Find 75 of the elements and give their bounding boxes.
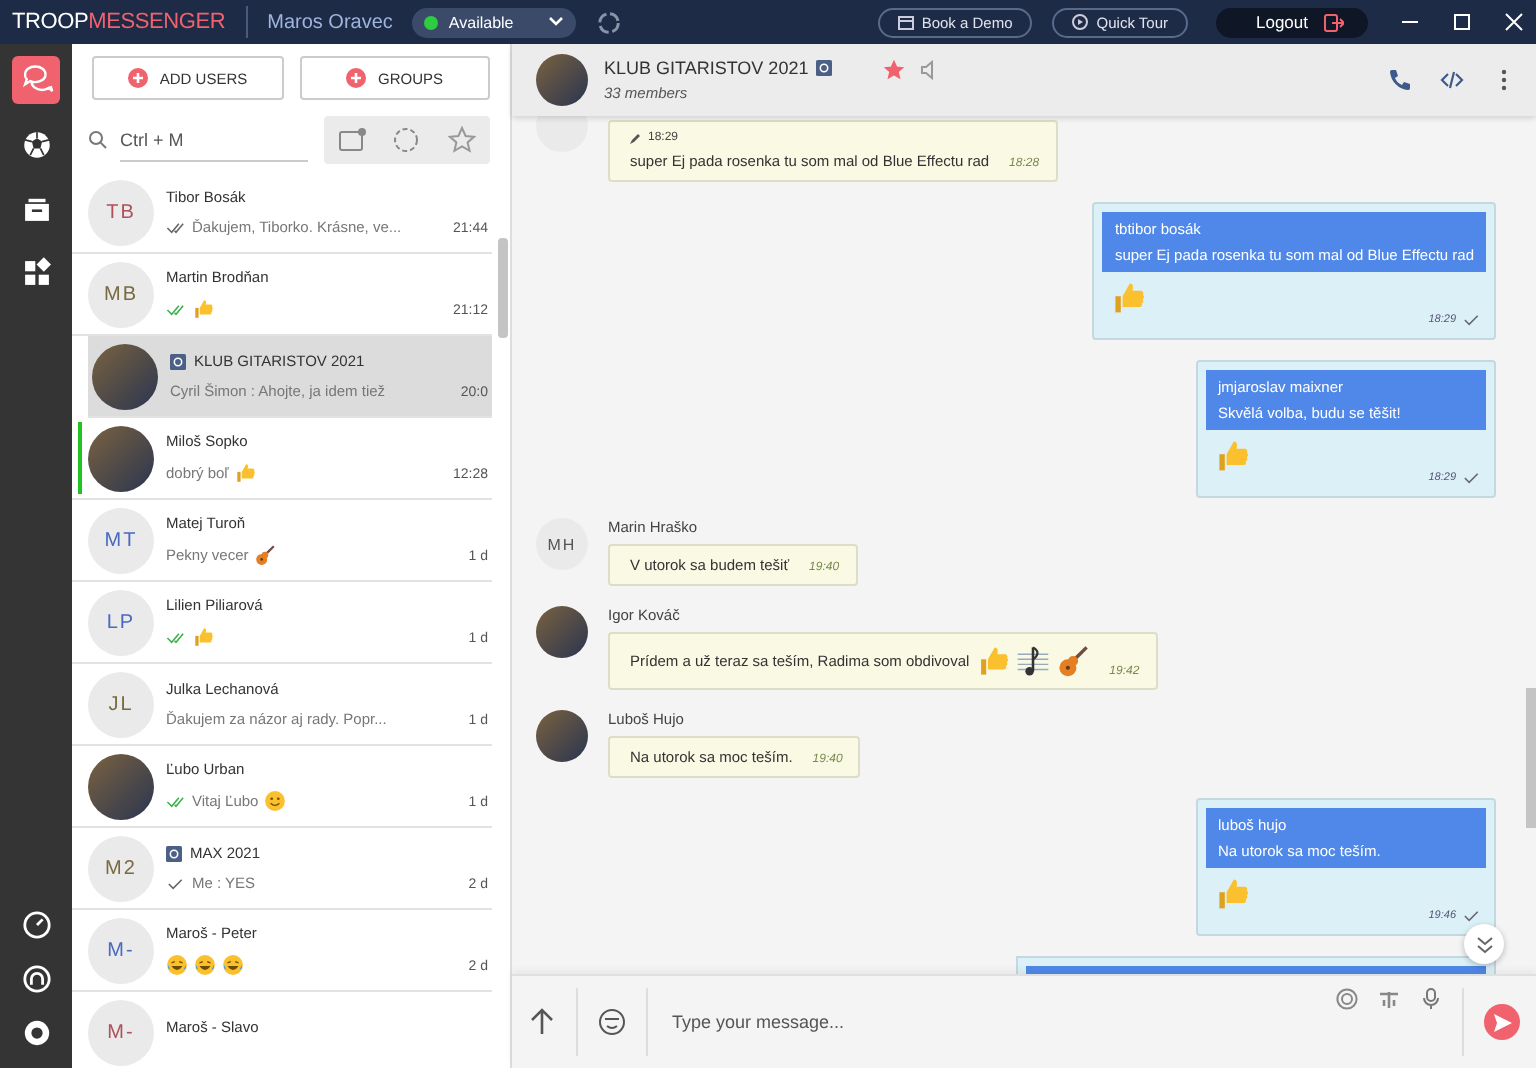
chat-bubbles-tab[interactable] xyxy=(12,56,60,104)
scroll-down-button[interactable] xyxy=(1464,924,1504,964)
send-icon xyxy=(1493,1013,1511,1031)
sync-icon[interactable] xyxy=(596,9,623,35)
status-dropdown[interactable]: Available xyxy=(412,7,577,37)
star-icon[interactable] xyxy=(884,60,905,80)
avatar-photo xyxy=(88,753,154,819)
smiley-icon xyxy=(264,790,287,812)
play-icon xyxy=(1072,14,1089,30)
logout-button[interactable]: Logout xyxy=(1216,7,1368,37)
guitar-icon xyxy=(254,544,277,566)
soccer-ball-icon xyxy=(19,127,53,161)
headset-icon[interactable] xyxy=(21,964,51,994)
thumbs-up-icon xyxy=(234,462,257,484)
apps-grid-icon xyxy=(19,255,53,289)
close-icon[interactable] xyxy=(1504,12,1524,32)
logo-text: TROOP xyxy=(12,10,89,34)
star-icon[interactable] xyxy=(448,126,477,154)
laughing-face-icon xyxy=(166,954,188,976)
avatar-photo xyxy=(92,343,158,409)
scrollbar[interactable] xyxy=(1526,688,1536,828)
avatar: M- xyxy=(88,999,154,1065)
thumbs-up-icon xyxy=(1110,280,1147,316)
chat-bubbles-icon xyxy=(19,63,53,97)
user-name: Maros Oravec xyxy=(267,11,393,33)
message-input[interactable]: Type your message... xyxy=(668,1010,1316,1034)
scrollbar[interactable] xyxy=(498,238,508,338)
avatar-photo xyxy=(536,710,588,762)
avatar: MH xyxy=(536,518,588,570)
calendar-icon xyxy=(897,14,914,30)
avatar: JL xyxy=(88,671,154,737)
thumbs-up-icon xyxy=(1214,876,1250,912)
emoji-icon[interactable] xyxy=(598,1008,626,1036)
plus-icon xyxy=(345,68,366,88)
caret-icon xyxy=(548,16,565,28)
thumbs-up-icon xyxy=(1214,438,1250,474)
music-note-icon xyxy=(1015,644,1050,678)
plus-icon xyxy=(127,68,148,88)
avatar: MT xyxy=(88,507,154,573)
settings-icon[interactable] xyxy=(21,1018,51,1048)
check-icon xyxy=(1462,314,1482,326)
avatar-photo xyxy=(536,606,588,658)
avatar-photo xyxy=(88,425,154,491)
chevron-down-icon xyxy=(1475,935,1493,953)
avatar: M- xyxy=(88,917,154,983)
search-icon xyxy=(88,130,108,150)
unread-filter-icon[interactable] xyxy=(337,126,366,154)
target-icon[interactable] xyxy=(1336,988,1358,1010)
thumbs-up-icon xyxy=(192,626,214,648)
code-icon[interactable] xyxy=(1440,68,1464,92)
avatar: TB xyxy=(88,179,154,245)
check-icon xyxy=(1462,472,1482,484)
check-icon xyxy=(1462,910,1482,922)
avatar: MB xyxy=(88,261,154,327)
send-button[interactable] xyxy=(1484,1004,1520,1040)
dashed-circle-icon[interactable] xyxy=(392,126,421,154)
pencil-icon xyxy=(630,132,642,144)
maximize-icon[interactable] xyxy=(1452,12,1472,32)
avatar: LP xyxy=(88,589,154,655)
group-photo xyxy=(536,54,588,106)
phone-icon[interactable] xyxy=(1388,68,1412,92)
chat-title: KLUB GITARISTOV 2021 xyxy=(604,58,809,78)
thumbs-up-icon xyxy=(192,298,214,320)
search-field[interactable]: Ctrl + M xyxy=(120,118,308,162)
thumbs-up-icon xyxy=(975,644,1010,678)
speedometer-icon[interactable] xyxy=(21,910,51,940)
laughing-face-icon xyxy=(222,954,244,976)
logo-text: MESSENGER xyxy=(88,10,226,34)
microphone-icon[interactable] xyxy=(1420,988,1442,1010)
accessibility-icon[interactable] xyxy=(1378,988,1400,1010)
exit-icon xyxy=(1324,13,1344,31)
avatar: M2 xyxy=(88,835,154,901)
laughing-face-icon xyxy=(194,954,216,976)
guitar-icon xyxy=(1055,644,1090,678)
upload-arrow-icon[interactable] xyxy=(528,1008,556,1036)
